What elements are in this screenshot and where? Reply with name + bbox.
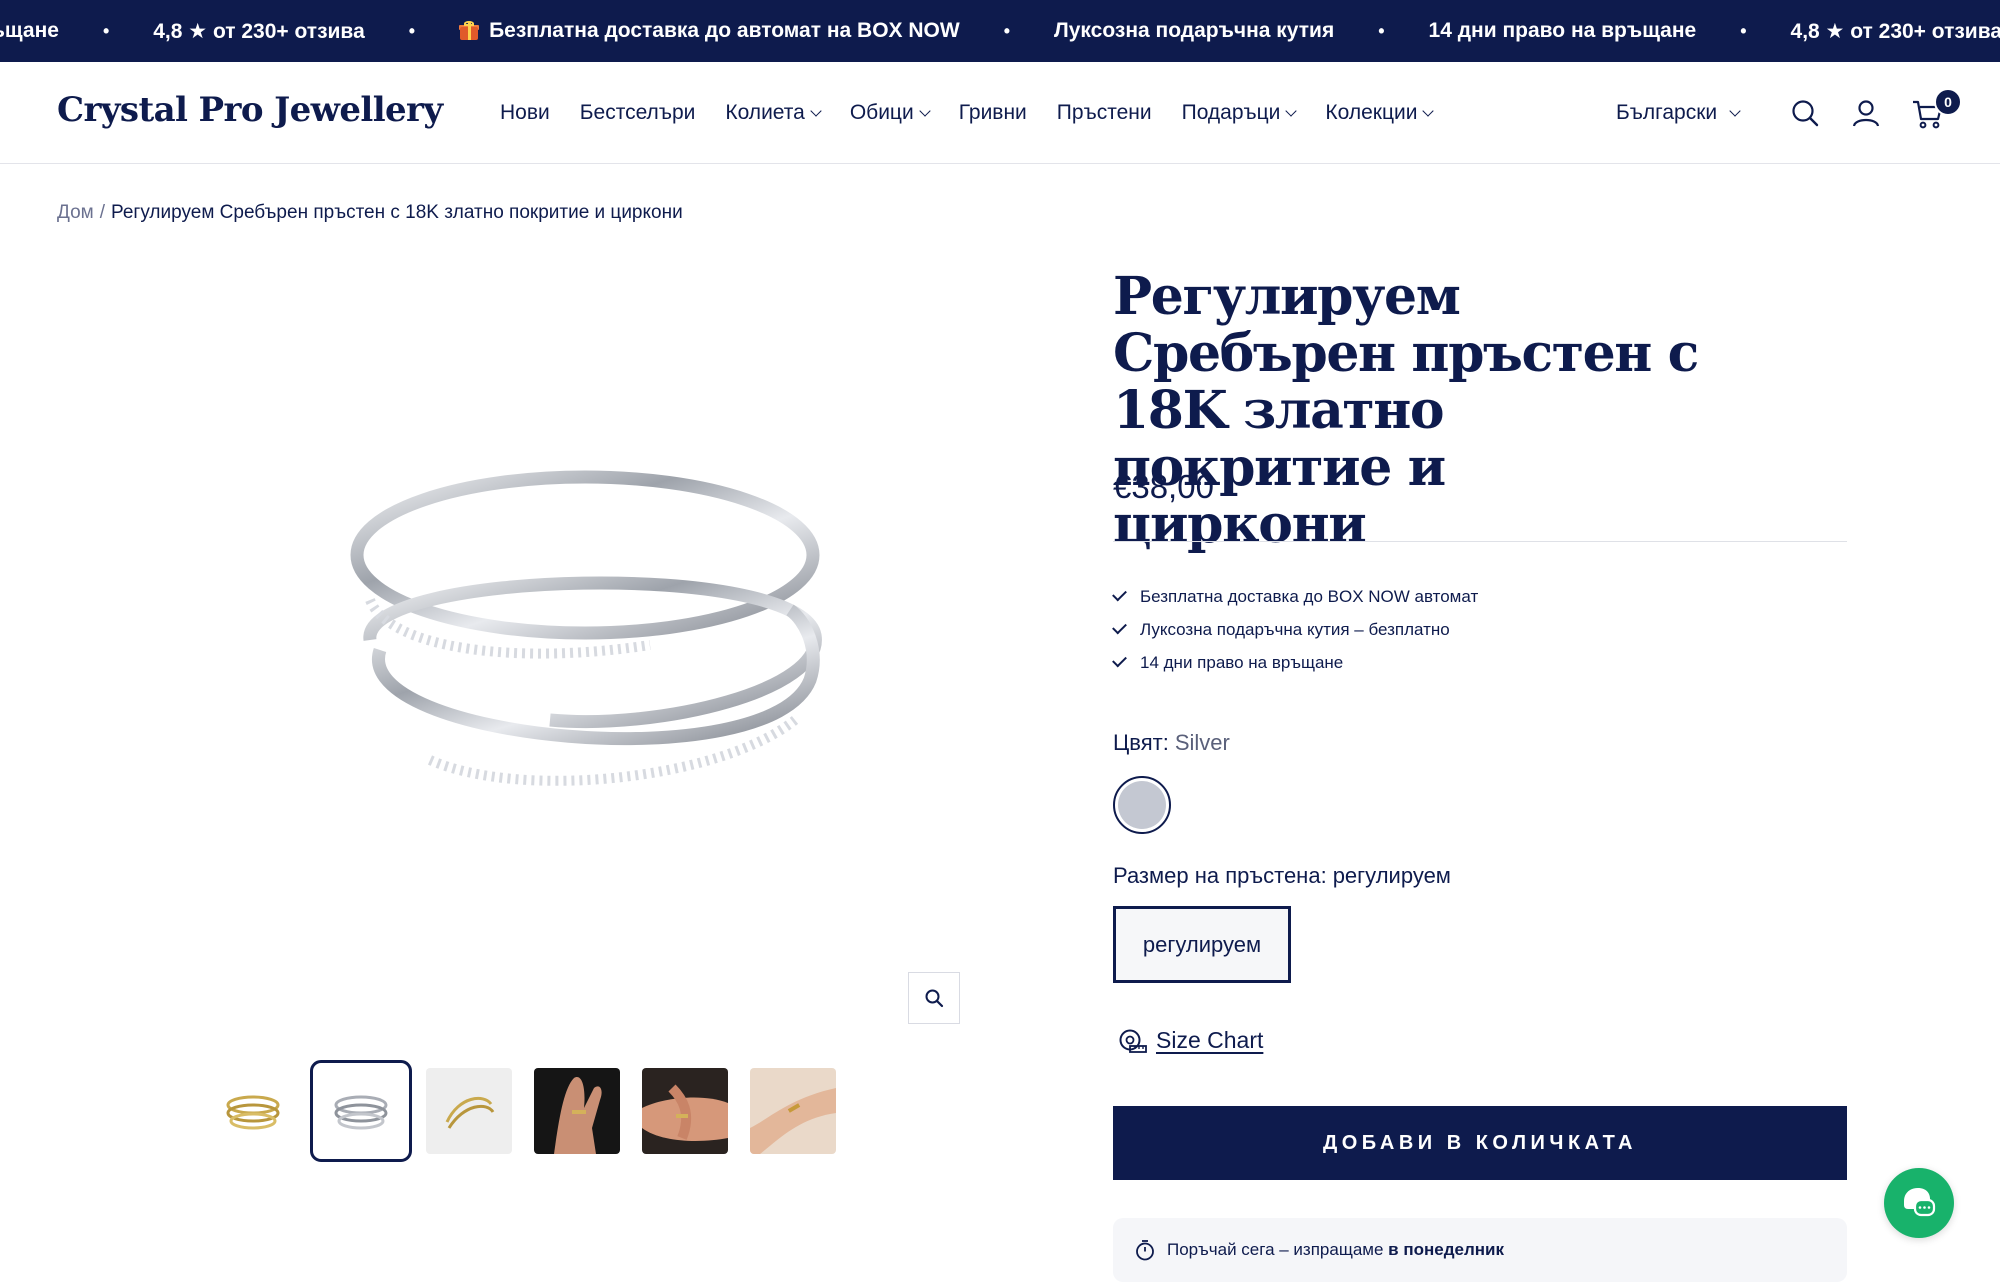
color-value: Silver bbox=[1174, 730, 1230, 755]
nav-label: Бестселъри bbox=[579, 101, 696, 124]
timer-icon bbox=[1136, 1240, 1154, 1261]
nav-item-bracelets[interactable]: Гривни bbox=[959, 101, 1027, 125]
size-label: Размер на пръстена: bbox=[1113, 863, 1327, 888]
perk-text: 14 дни право на връщане bbox=[1140, 652, 1344, 672]
color-option-label: Цвят: Silver bbox=[1113, 730, 1230, 756]
announcement-separator: • bbox=[1003, 20, 1011, 41]
nav-label: Гривни bbox=[958, 101, 1027, 124]
nav-label: Обици bbox=[849, 101, 914, 124]
nav-item-bestsellers[interactable]: Бестселъри bbox=[580, 101, 696, 125]
size-option-button[interactable]: регулируем bbox=[1113, 906, 1291, 983]
announcement-item: Безплатна доставка до автомат на BOX NOW bbox=[459, 19, 960, 43]
nav-item-collections[interactable]: Колекции bbox=[1325, 101, 1435, 125]
zoom-icon bbox=[925, 989, 944, 1008]
announcement-item: 4,8 ★ от 230+ отзива bbox=[1791, 19, 2000, 44]
account-icon[interactable] bbox=[1851, 98, 1881, 128]
breadcrumb-current: Регулируем Сребърен пръстен с 18K златно… bbox=[111, 202, 683, 223]
chevron-down-icon bbox=[1285, 104, 1298, 117]
nav-label: Пръстени bbox=[1056, 101, 1152, 124]
announcement-text: 4,8 ★ от 230+ отзива bbox=[153, 19, 365, 43]
announcement-bar: ьщане • 4,8 ★ от 230+ отзива • Безплатна… bbox=[0, 0, 2000, 62]
size-chart-link[interactable]: Size Chart bbox=[1118, 1027, 1263, 1054]
announcement-text: 14 дни право на връщане bbox=[1428, 19, 1697, 42]
chevron-down-icon bbox=[919, 104, 931, 117]
thumbnail-gold-ring-grey[interactable] bbox=[426, 1068, 512, 1154]
chevron-down-icon bbox=[1422, 104, 1435, 117]
shipping-day: в понеделник bbox=[1388, 1240, 1504, 1259]
nav-item-earrings[interactable]: Обици bbox=[849, 101, 931, 125]
thumbnail-hand-dark[interactable] bbox=[534, 1068, 620, 1154]
product-price: €38,00 bbox=[1113, 468, 1214, 505]
tape-measure-icon bbox=[1119, 1029, 1147, 1053]
perk-text: Безплатна доставка до BOX NOW автомат bbox=[1140, 586, 1479, 606]
nav-item-new[interactable]: Нови bbox=[500, 101, 550, 125]
thumbnail-strip bbox=[210, 1060, 836, 1162]
chevron-down-icon bbox=[1729, 104, 1741, 117]
color-label: Цвят: bbox=[1113, 730, 1169, 755]
announcement-track: ьщане • 4,8 ★ от 230+ отзива • Безплатна… bbox=[0, 0, 2000, 62]
product-title: Регулируем Сребърен пръстен с 18K златно… bbox=[1113, 266, 1699, 555]
announcement-text: ьщане bbox=[0, 19, 59, 42]
announcement-item: ьщане bbox=[0, 19, 59, 43]
language-label: Български bbox=[1616, 101, 1718, 124]
announcement-text: Луксозна подаръчна кутия bbox=[1054, 19, 1335, 42]
site-header: Crystal Pro Jewellery Нови Бестселъри Ко… bbox=[0, 62, 2000, 164]
main-nav: Нови Бестселъри Колиета Обици Гривни Пръ… bbox=[500, 62, 1435, 164]
announcement-separator: • bbox=[408, 20, 416, 41]
size-value: регулируем bbox=[1332, 863, 1451, 888]
chevron-down-icon bbox=[810, 104, 822, 117]
check-icon bbox=[1112, 619, 1127, 635]
size-chart-text: Size Chart bbox=[1156, 1027, 1264, 1053]
announcement-text: 4,8 ★ от 230+ отзива bbox=[1790, 19, 2000, 43]
check-icon bbox=[1112, 586, 1127, 602]
announcement-item: 14 дни право на връщане bbox=[1429, 19, 1697, 43]
nav-item-gifts[interactable]: Подаръци bbox=[1181, 101, 1298, 125]
product-main-image[interactable] bbox=[300, 450, 860, 870]
nav-label: Колиета bbox=[725, 101, 805, 124]
thumbnail-hand-arm[interactable] bbox=[642, 1068, 728, 1154]
thumbnail-gold-ring[interactable] bbox=[210, 1068, 296, 1154]
announcement-text: Безплатна доставка до автомат на BOX NOW bbox=[489, 19, 960, 42]
gift-icon bbox=[459, 21, 480, 41]
announcement-separator: • bbox=[1740, 20, 1747, 41]
chat-icon bbox=[1904, 1188, 1936, 1217]
check-icon bbox=[1112, 652, 1127, 668]
site-logo[interactable]: Crystal Pro Jewellery bbox=[57, 90, 443, 130]
shipping-notice: Поръчай сега – изпращаме в понеделник bbox=[1113, 1218, 1847, 1282]
chat-button[interactable] bbox=[1884, 1168, 1954, 1238]
nav-label: Колекции bbox=[1325, 101, 1418, 124]
breadcrumb-separator: / bbox=[99, 202, 105, 223]
divider bbox=[1113, 541, 1847, 542]
perk-text: Луксозна подаръчна кутия – безплатно bbox=[1140, 619, 1450, 639]
perk-item: 14 дни право на връщане bbox=[1112, 646, 1478, 679]
swatch-fill bbox=[1118, 781, 1166, 829]
zoom-button[interactable] bbox=[908, 972, 960, 1024]
color-swatch-silver[interactable] bbox=[1113, 776, 1171, 834]
breadcrumb: Дом / Регулируем Сребърен пръстен с 18K зл… bbox=[57, 202, 683, 224]
announcement-separator: • bbox=[102, 20, 110, 41]
nav-item-rings[interactable]: Пръстени bbox=[1057, 101, 1152, 125]
announcement-item: 4,8 ★ от 230+ отзива bbox=[153, 19, 365, 44]
breadcrumb-home[interactable]: Дом bbox=[57, 202, 94, 223]
perk-item: Безплатна доставка до BOX NOW автомат bbox=[1112, 580, 1479, 613]
add-to-cart-button[interactable]: ДОБАВИ В КОЛИЧКАТА bbox=[1113, 1106, 1847, 1180]
nav-label: Подаръци bbox=[1181, 101, 1281, 124]
perk-item: Луксозна подаръчна кутия – безплатно bbox=[1112, 613, 1478, 646]
announcement-separator: • bbox=[1378, 20, 1385, 41]
shipping-text: Поръчай сега – изпращаме bbox=[1167, 1240, 1384, 1259]
nav-item-necklaces[interactable]: Колиета bbox=[725, 101, 822, 125]
search-icon[interactable] bbox=[1790, 98, 1820, 128]
announcement-item: Луксозна подаръчна кутия bbox=[1054, 19, 1334, 43]
thumbnail-silver-ring[interactable] bbox=[310, 1060, 412, 1162]
thumbnail-hand-gold[interactable] bbox=[750, 1068, 836, 1154]
cart-count-badge: 0 bbox=[1934, 88, 1962, 116]
nav-label: Нови bbox=[500, 101, 550, 124]
size-option-label: Размер на пръстена: регулируем bbox=[1113, 863, 1451, 889]
perks-list: Безплатна доставка до BOX NOW автомат Лу… bbox=[1112, 580, 1479, 679]
language-selector[interactable]: Български bbox=[1616, 62, 1741, 164]
